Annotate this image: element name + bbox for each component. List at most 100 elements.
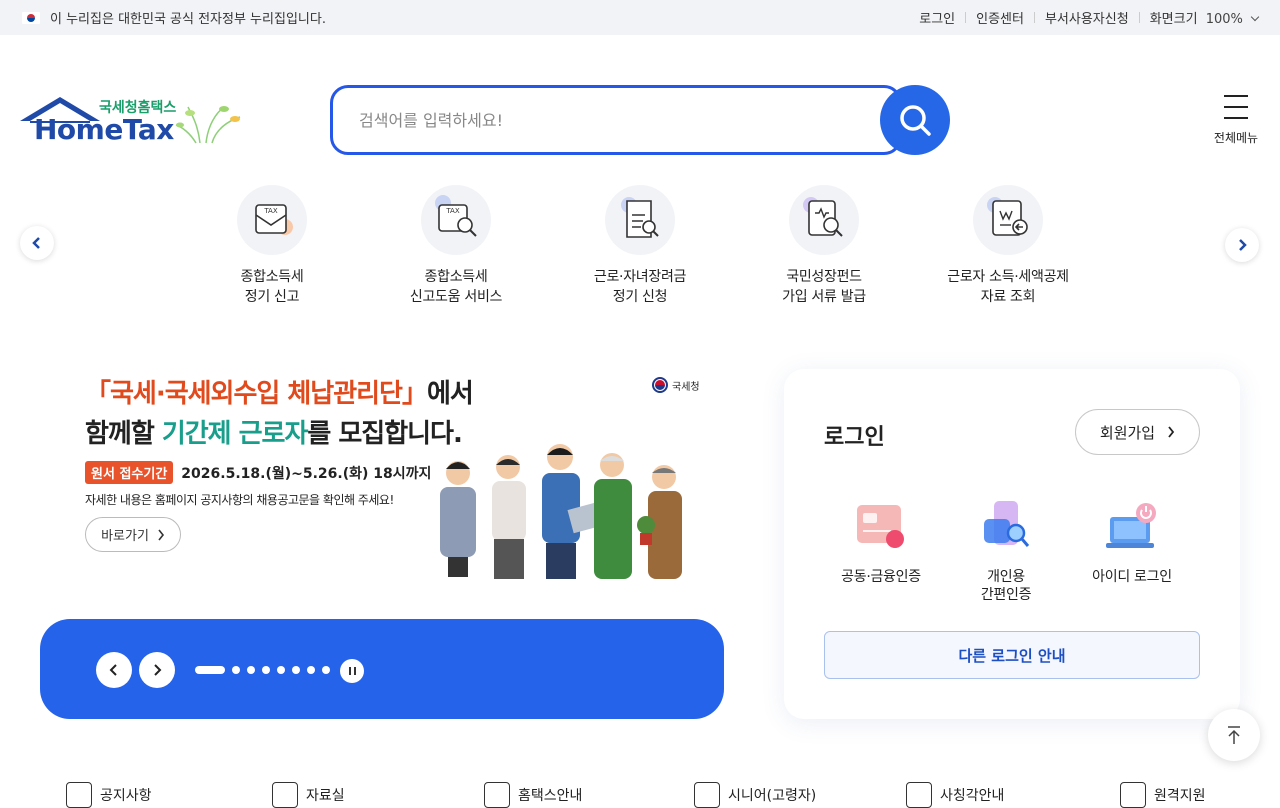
period-badge: 원서 접수기간 — [85, 461, 174, 484]
slider-dot[interactable] — [277, 666, 285, 674]
banner-go-button[interactable]: 바로가기 — [85, 517, 181, 552]
slider-dot[interactable] — [262, 666, 270, 674]
monitor-icon — [1120, 782, 1146, 808]
quick-link-guide[interactable]: 홈택스안내 — [484, 782, 582, 808]
service-item[interactable]: 근로자 소득·세액공제자료 조회 — [923, 185, 1093, 307]
slider-dot[interactable] — [307, 666, 315, 674]
join-button[interactable]: 회원가입 — [1075, 409, 1200, 455]
banner-title-line1: 「국세·국세외수입 체납관리단」에서 — [85, 379, 474, 409]
search-box — [330, 85, 902, 155]
hamburger-icon — [1224, 95, 1248, 119]
nts-emblem-icon — [652, 377, 668, 393]
service-label-line2: 가입 서류 발급 — [782, 289, 866, 305]
laptop-power-icon — [1102, 499, 1162, 554]
service-item[interactable]: TAX 종합소득세정기 신고 — [187, 185, 357, 307]
service-label-line1: 종합소득세 — [424, 269, 488, 285]
slider-dot[interactable] — [195, 666, 225, 674]
slider-pause-button[interactable] — [340, 659, 364, 683]
slider-prev-button[interactable] — [96, 652, 132, 688]
services-next-button[interactable] — [1225, 228, 1259, 262]
folder-icon — [272, 782, 298, 808]
banner-period: 원서 접수기간 2026.5.18.(월)~5.26.(화) 18시까지 — [85, 461, 431, 484]
document-search-icon — [789, 185, 859, 255]
korea-flag-icon — [22, 11, 40, 24]
service-item[interactable]: 국민성장펀드가입 서류 발급 — [739, 185, 909, 307]
banner-title-line2: 함께할 기간제 근로자를 모집합니다. — [85, 419, 463, 449]
senior-icon — [694, 782, 720, 808]
zoom-value: 100% — [1205, 12, 1243, 27]
dept-user-link[interactable]: 부서사용자신청 — [1045, 8, 1129, 27]
slider-dot[interactable] — [247, 666, 255, 674]
top-login-link[interactable]: 로그인 — [919, 8, 955, 27]
service-label-line2: 신고도움 서비스 — [409, 289, 503, 305]
login-option-id[interactable]: 아이디 로그인 — [1072, 499, 1192, 586]
search-icon — [900, 105, 931, 136]
search-button[interactable] — [880, 85, 950, 155]
zoom-control[interactable]: 화면크기 100% — [1149, 8, 1260, 27]
tax-search-icon: TAX — [421, 185, 491, 255]
slider-dot[interactable] — [292, 666, 300, 674]
chevron-left-icon — [109, 664, 117, 676]
nts-logo: 국세청 — [652, 377, 700, 393]
certificate-card-icon — [851, 499, 911, 554]
megaphone-icon — [906, 782, 932, 808]
search-input[interactable] — [359, 110, 859, 130]
divider — [1033, 12, 1035, 23]
svg-text:TAX: TAX — [263, 207, 278, 215]
service-label-line1: 국민성장펀드 — [786, 269, 862, 285]
arrow-up-icon — [1228, 726, 1240, 744]
workers-illustration-icon — [440, 444, 682, 579]
service-label-line1: 종합소득세 — [240, 269, 304, 285]
login-title: 로그인 — [824, 425, 885, 450]
service-label-line1: 근로·자녀장려금 — [593, 269, 687, 285]
chevron-right-icon — [154, 664, 162, 676]
slider-pagination — [195, 666, 330, 674]
all-menu-label: 전체메뉴 — [1213, 131, 1259, 145]
login-panel: 로그인 회원가입 공동·금융인증 개인용 간편인증 아이디 로그인 다른 로그인… — [784, 369, 1240, 719]
gov-banner-text: 이 누리집은 대한민국 공식 전자정부 누리집입니다. — [50, 12, 326, 27]
receipt-arrow-icon — [973, 185, 1043, 255]
quick-link-fraud[interactable]: 사칭각안내 — [906, 782, 1004, 808]
service-label-line2: 자료 조회 — [980, 289, 1036, 305]
login-option-simple-auth[interactable]: 개인용 간편인증 — [946, 499, 1066, 604]
book-icon — [484, 782, 510, 808]
zoom-label: 화면크기 — [1149, 12, 1198, 27]
receipt-search-icon — [605, 185, 675, 255]
banner-description: 자세한 내용은 홈페이지 공지사항의 채용공고문을 확인해 주세요! — [85, 493, 394, 507]
slider-control-bar — [40, 619, 724, 719]
period-text: 2026.5.18.(월)~5.26.(화) 18시까지 — [181, 465, 432, 482]
all-menu-button[interactable]: 전체메뉴 — [1206, 95, 1266, 146]
service-item[interactable]: 근로·자녀장려금정기 신청 — [555, 185, 725, 307]
slider-next-button[interactable] — [139, 652, 175, 688]
scroll-top-button[interactable] — [1208, 709, 1260, 761]
bell-icon — [66, 782, 92, 808]
services-prev-button[interactable] — [20, 226, 54, 260]
logo-en-text: HomeTax — [34, 113, 174, 146]
service-label-line2: 정기 신청 — [612, 289, 668, 305]
other-login-button[interactable]: 다른 로그인 안내 — [824, 631, 1200, 679]
slider-dot[interactable] — [322, 666, 330, 674]
cert-center-link[interactable]: 인증센터 — [976, 8, 1024, 27]
tax-envelope-icon: TAX — [237, 185, 307, 255]
gov-banner: 이 누리집은 대한민국 공식 전자정부 누리집입니다. 로그인 인증센터 부서사… — [0, 0, 1280, 35]
service-label-line1: 근로자 소득·세액공제 — [947, 269, 1069, 285]
service-label-line2: 정기 신고 — [244, 289, 300, 305]
hometax-logo[interactable]: 국세청홈택스 HomeTax — [20, 95, 250, 155]
quick-link-archive[interactable]: 자료실 — [272, 782, 345, 808]
login-option-certificate[interactable]: 공동·금융인증 — [821, 499, 941, 586]
chevron-right-icon — [1168, 426, 1175, 438]
service-item[interactable]: TAX 종합소득세신고도움 서비스 — [371, 185, 541, 307]
chevron-right-icon — [1239, 239, 1247, 251]
quick-link-notice[interactable]: 공지사항 — [66, 782, 152, 808]
recruitment-banner[interactable]: 「국세·국세외수입 체납관리단」에서 함께할 기간제 근로자를 모집합니다. 원… — [40, 365, 724, 605]
quick-link-senior[interactable]: 시니어(고령자) — [694, 782, 816, 808]
divider — [965, 12, 967, 23]
slider-dot[interactable] — [232, 666, 240, 674]
divider — [1138, 12, 1140, 23]
chevron-left-icon — [32, 237, 40, 249]
chevron-down-icon — [1250, 12, 1260, 22]
pause-icon — [348, 667, 351, 675]
svg-text:TAX: TAX — [445, 207, 460, 215]
chevron-right-icon — [158, 529, 164, 540]
quick-link-remote[interactable]: 원격지원 — [1120, 782, 1206, 808]
